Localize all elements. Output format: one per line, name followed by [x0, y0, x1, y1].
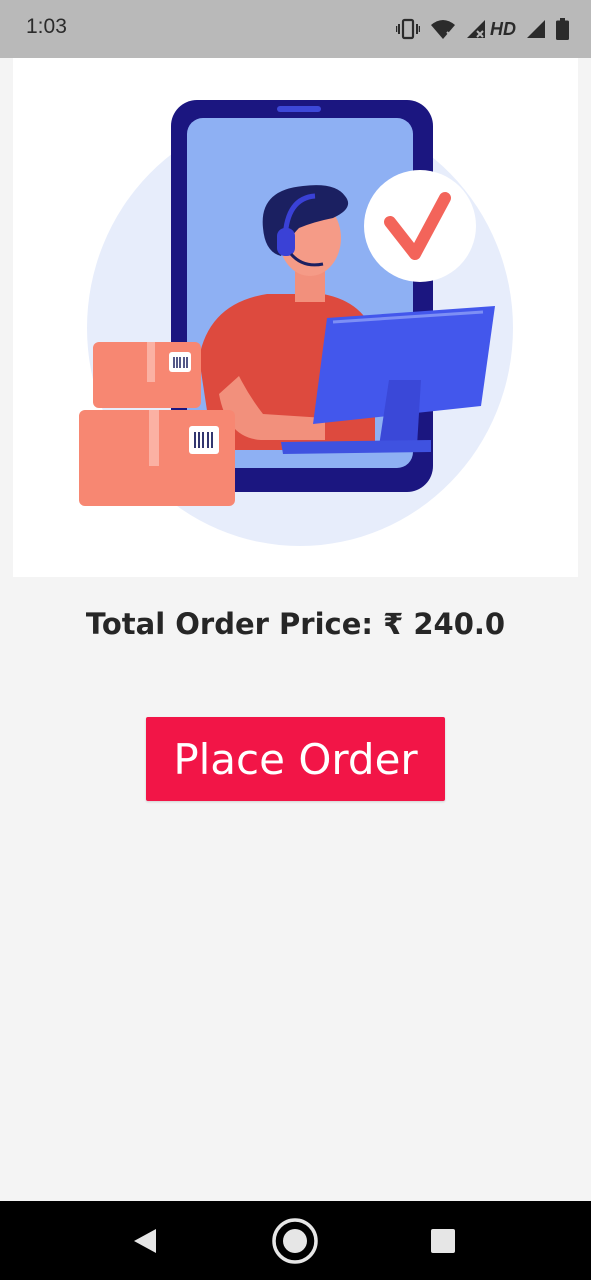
wifi-icon [430, 18, 456, 40]
signal-icon [466, 19, 486, 39]
hero-card [13, 58, 578, 577]
network-type-label: HD [490, 18, 516, 39]
nav-home-button[interactable] [265, 1201, 325, 1280]
customer-support-illustration [79, 100, 513, 546]
home-icon [272, 1217, 318, 1264]
vibrate-icon [396, 18, 420, 40]
status-icons: HD [396, 14, 569, 44]
status-bar: 1:03 HD [0, 0, 591, 58]
status-time: 1:03 [26, 15, 67, 38]
battery-icon [556, 18, 569, 40]
place-order-button[interactable]: Place Order [146, 717, 445, 801]
checkmark-icon [364, 170, 476, 282]
recents-icon [431, 1228, 455, 1253]
nav-back-button[interactable] [115, 1201, 175, 1280]
navigation-bar [0, 1201, 591, 1280]
signal-icon [526, 19, 546, 39]
back-icon [134, 1228, 156, 1253]
total-order-price: Total Order Price: ₹ 240.0 [85, 607, 506, 641]
nav-recents-button[interactable] [413, 1201, 473, 1280]
